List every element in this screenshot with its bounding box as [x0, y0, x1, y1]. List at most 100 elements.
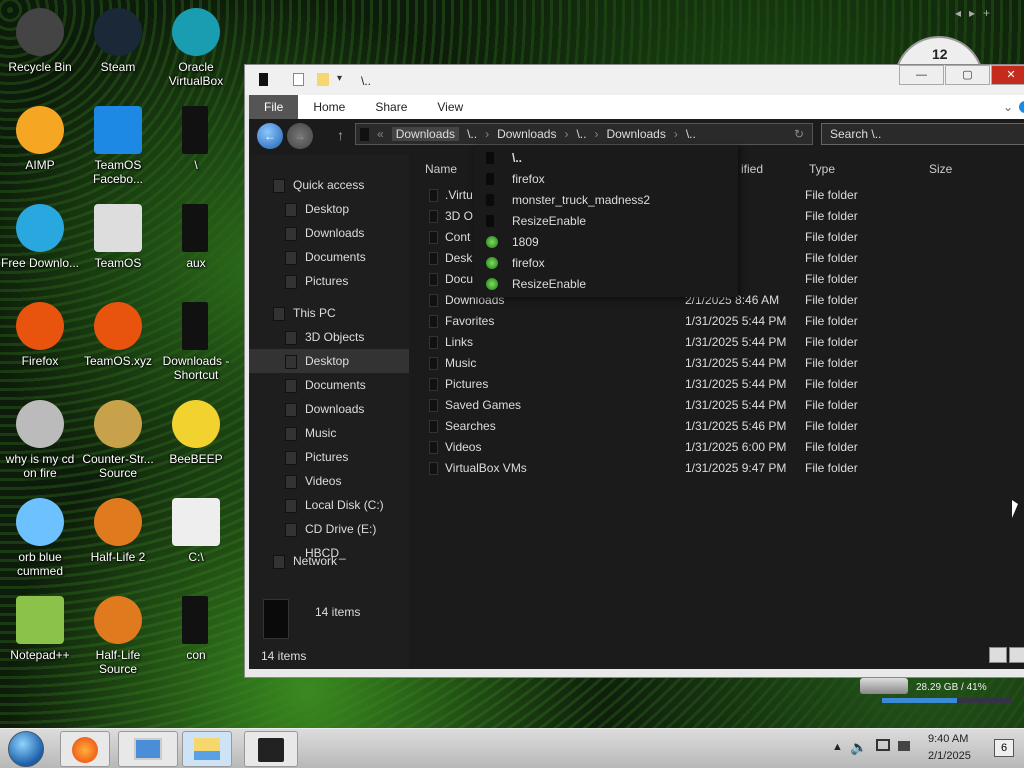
desktop-icon[interactable]: Oracle VirtualBox: [156, 8, 236, 88]
nav-item[interactable]: Desktop: [249, 349, 409, 373]
desktop-icon[interactable]: Free Downlo...: [0, 204, 80, 270]
breadcrumb-4[interactable]: \..: [576, 127, 586, 141]
taskbar-explorer-button[interactable]: [182, 731, 232, 767]
search-input[interactable]: Search \..: [821, 123, 1024, 145]
desktop-icon[interactable]: AIMP: [0, 106, 80, 172]
desktop-icon[interactable]: Notepad++: [0, 596, 80, 662]
desktop-icon[interactable]: TeamOS.xyz: [78, 302, 158, 368]
nav-item[interactable]: Network: [249, 549, 409, 573]
nav-item[interactable]: 3D Objects: [249, 325, 409, 349]
column-name[interactable]: Name: [425, 162, 457, 176]
clock-time[interactable]: 9:40 AM: [928, 733, 968, 745]
maximize-button[interactable]: ▢: [945, 65, 990, 85]
desktop-icon[interactable]: Recycle Bin: [0, 8, 80, 74]
taskbar-notepad-button[interactable]: [244, 731, 298, 767]
dropdown-item[interactable]: monster_truck_madness2: [474, 190, 738, 211]
file-row[interactable]: Music 1/31/2025 5:44 PM File folder: [417, 353, 1024, 374]
nav-item[interactable]: Videos: [249, 469, 409, 493]
file-row[interactable]: Links 1/31/2025 5:44 PM File folder: [417, 332, 1024, 353]
desktop-icon[interactable]: aux: [156, 204, 236, 270]
file-type: File folder: [805, 251, 858, 265]
desktop-icon[interactable]: orb blue cummed: [0, 498, 80, 578]
desktop-icon[interactable]: TeamOS Facebo...: [78, 106, 158, 186]
new-folder-icon[interactable]: [317, 73, 329, 86]
help-icon[interactable]: [1019, 101, 1024, 113]
forward-button[interactable]: →: [287, 123, 313, 149]
desktop-icon-label: Half-Life Source: [95, 648, 141, 676]
nav-item[interactable]: Downloads: [249, 397, 409, 421]
nav-item[interactable]: This PC: [249, 301, 409, 325]
show-hidden-icons-icon[interactable]: ▲: [832, 741, 843, 753]
gadget-nav[interactable]: ◂▸+: [955, 6, 998, 20]
address-overflow-icon[interactable]: «: [377, 127, 384, 141]
nav-item[interactable]: Pictures: [249, 269, 409, 293]
customize-toolbar-icon[interactable]: ▾: [337, 73, 342, 84]
dropdown-item[interactable]: firefox: [474, 253, 738, 274]
breadcrumb-2[interactable]: \..: [467, 127, 477, 141]
nav-item[interactable]: Quick access: [249, 173, 409, 197]
breadcrumb-5[interactable]: Downloads: [606, 127, 665, 141]
column-date-modified[interactable]: ified: [741, 162, 763, 176]
refresh-icon[interactable]: ↻: [794, 127, 804, 141]
desktop-icon[interactable]: BeeBEEP: [156, 400, 236, 466]
file-row[interactable]: Searches 1/31/2025 5:46 PM File folder: [417, 416, 1024, 437]
breadcrumb-3[interactable]: Downloads: [497, 127, 556, 141]
network-icon[interactable]: [876, 739, 890, 751]
taskbar-firefox-button[interactable]: [60, 731, 110, 767]
column-size[interactable]: Size: [929, 162, 952, 176]
dropdown-item[interactable]: ResizeEnable: [474, 274, 738, 295]
desktop-icon[interactable]: C:\: [156, 498, 236, 564]
notification-icon[interactable]: 6: [994, 739, 1014, 757]
nav-item[interactable]: Desktop: [249, 197, 409, 221]
file-row[interactable]: Pictures 1/31/2025 5:44 PM File folder: [417, 374, 1024, 395]
nav-item[interactable]: Documents: [249, 245, 409, 269]
desktop-icon[interactable]: Downloads - Shortcut: [156, 302, 236, 382]
minimize-button[interactable]: —: [899, 65, 944, 85]
tab-home[interactable]: Home: [298, 95, 360, 119]
file-row[interactable]: Favorites 1/31/2025 5:44 PM File folder: [417, 311, 1024, 332]
quick-access-properties-icon[interactable]: [293, 73, 304, 86]
taskbar-network-button[interactable]: [118, 731, 178, 767]
dropdown-item[interactable]: ResizeEnable: [474, 211, 738, 232]
dropdown-item[interactable]: \..: [474, 148, 738, 169]
desktop-icon[interactable]: why is my cd on fire: [0, 400, 80, 480]
desktop-icon[interactable]: \: [156, 106, 236, 172]
up-button[interactable]: ↑: [337, 127, 344, 143]
dropdown-item[interactable]: 1809: [474, 232, 738, 253]
breadcrumb-6[interactable]: \..: [686, 127, 696, 141]
title-bar[interactable]: ▾ \.. — ▢ ✕: [245, 65, 1024, 95]
column-type[interactable]: Type: [809, 162, 835, 176]
tab-file[interactable]: File: [249, 95, 299, 119]
expand-ribbon-icon[interactable]: ⌄: [1003, 100, 1013, 114]
nav-item[interactable]: Pictures: [249, 445, 409, 469]
desktop-icon[interactable]: Steam: [78, 8, 158, 74]
desktop-icon[interactable]: Counter-Str... Source: [78, 400, 158, 480]
address-bar[interactable]: « Downloads \.. › Downloads › \.. › Down…: [355, 123, 813, 145]
file-row[interactable]: Saved Games 1/31/2025 5:44 PM File folder: [417, 395, 1024, 416]
desktop-icon[interactable]: TeamOS: [78, 204, 158, 270]
keyboard-icon[interactable]: [898, 741, 910, 751]
desktop-icon[interactable]: con: [156, 596, 236, 662]
start-button[interactable]: [8, 731, 44, 767]
large-icons-view-icon[interactable]: [1009, 647, 1024, 663]
nav-item[interactable]: Documents: [249, 373, 409, 397]
tab-view[interactable]: View: [422, 95, 478, 119]
nav-item[interactable]: CD Drive (E:) HBCD_: [249, 517, 409, 560]
file-row[interactable]: VirtualBox VMs 1/31/2025 9:47 PM File fold…: [417, 458, 1024, 479]
nav-item[interactable]: Downloads: [249, 221, 409, 245]
file-row[interactable]: Videos 1/31/2025 6:00 PM File folder: [417, 437, 1024, 458]
close-button[interactable]: ✕: [991, 65, 1024, 85]
volume-icon[interactable]: 🔈: [850, 739, 867, 756]
desktop-icon[interactable]: Half-Life Source: [78, 596, 158, 676]
desktop-icon[interactable]: Half-Life 2: [78, 498, 158, 564]
tab-share[interactable]: Share: [360, 95, 422, 119]
breadcrumb-1[interactable]: Downloads: [391, 127, 460, 141]
file-date: 1/31/2025 5:44 PM: [685, 398, 787, 412]
back-button[interactable]: ←: [257, 123, 283, 149]
clock-date[interactable]: 2/1/2025: [928, 750, 971, 762]
dropdown-item[interactable]: firefox: [474, 169, 738, 190]
details-view-icon[interactable]: [989, 647, 1007, 663]
nav-item[interactable]: Local Disk (C:): [249, 493, 409, 517]
desktop-icon[interactable]: Firefox: [0, 302, 80, 368]
nav-item[interactable]: Music: [249, 421, 409, 445]
